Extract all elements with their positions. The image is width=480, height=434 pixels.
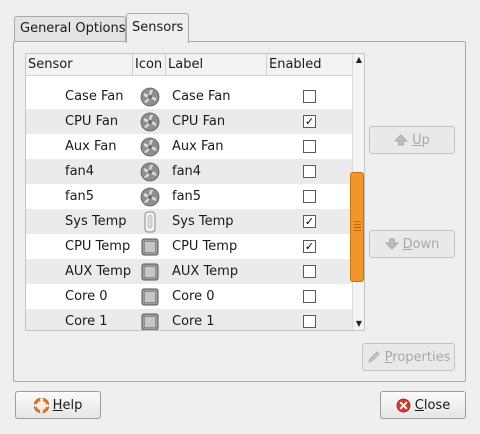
help-button[interactable]: Help [15,391,101,419]
row-sensor-name: fan4 [65,164,95,179]
table-row[interactable]: Aux Fan Aux Fan [26,134,352,159]
chip-icon [133,263,166,281]
row-label[interactable]: CPU Fan [166,114,267,129]
thermometer-icon [133,211,166,233]
table-row[interactable]: fan4 fan4 [26,159,352,184]
row-label[interactable]: fan4 [166,164,267,179]
up-button-label: Up [412,132,430,148]
row-sensor-name: Core 0 [65,289,108,304]
column-header-icon[interactable]: Icon [133,54,166,76]
fan-icon [133,137,166,157]
row-label[interactable]: fan5 [166,189,267,204]
row-sensor-name: Aux Fan [65,139,117,154]
table-row-partial[interactable] [26,76,352,79]
table-row[interactable]: CPU Temp CPU Temp ✓ [26,234,352,259]
down-arrow-icon [384,238,399,250]
up-arrow-icon [394,134,409,146]
close-button-label: Close [414,397,451,413]
grip-line [354,224,361,225]
enabled-checkbox[interactable]: ✓ [303,115,316,128]
tab-sensors[interactable]: Sensors [126,13,189,43]
column-header-sensor[interactable]: Sensor [26,54,133,76]
enabled-checkbox[interactable] [303,290,316,303]
list-rows: Case Fan Case Fan CPU Fan CPU Fan ✓ Aux Fan Au… [26,76,352,330]
enabled-checkbox[interactable] [303,90,316,103]
properties-button-label: Properties [384,349,451,365]
down-button[interactable]: Down [369,230,455,258]
row-label[interactable]: Core 0 [166,289,267,304]
table-row[interactable]: Core 1 Core 1 [26,309,352,330]
fan-icon [133,162,166,182]
up-button[interactable]: Up [369,126,455,154]
table-row[interactable]: fan5 fan5 [26,184,352,209]
row-label[interactable]: Core 1 [166,314,267,329]
enabled-checkbox[interactable] [303,315,316,328]
enabled-checkbox[interactable]: ✓ [303,240,316,253]
table-row[interactable]: Core 0 Core 0 [26,284,352,309]
enabled-checkbox[interactable] [303,140,316,153]
enabled-checkbox[interactable] [303,165,316,178]
fan-icon [133,87,166,107]
row-label[interactable]: Sys Temp [166,214,267,229]
fan-icon [133,112,166,132]
tab-label: General Options [20,21,126,36]
help-lifebuoy-icon [33,397,49,413]
grip-line [354,227,361,228]
chip-icon [133,288,166,306]
fan-icon [133,187,166,207]
scroll-thumb[interactable] [350,172,364,282]
row-label[interactable]: AUX Temp [166,264,267,279]
sensor-list: Sensor Icon Label Enabled Case Fan Case F… [25,53,365,331]
close-icon [396,398,411,413]
enabled-checkbox[interactable] [303,190,316,203]
chip-icon [133,238,166,256]
chip-icon [133,313,166,330]
tab-label: Sensors [132,20,184,35]
grip-line [354,221,361,222]
tab-general-options[interactable]: General Options [14,16,126,42]
scroll-up-arrow-icon[interactable]: ▲ [353,54,364,66]
down-button-label: Down [402,236,440,252]
properties-button[interactable]: Properties [362,343,455,371]
enabled-checkbox[interactable]: ✓ [303,215,316,228]
row-sensor-name: AUX Temp [65,264,132,279]
grip-line [354,230,361,231]
help-button-label: Help [52,397,83,413]
row-sensor-name: Core 1 [65,314,108,329]
row-sensor-name: Case Fan [65,89,124,104]
row-sensor-name: CPU Fan [65,114,119,129]
row-label[interactable]: Aux Fan [166,139,267,154]
table-row[interactable]: Case Fan Case Fan [26,84,352,109]
column-header-label[interactable]: Label [166,54,267,76]
table-row[interactable]: AUX Temp AUX Temp [26,259,352,284]
table-row[interactable]: Sys Temp Sys Temp ✓ [26,209,352,234]
row-label[interactable]: CPU Temp [166,239,267,254]
row-sensor-name: CPU Temp [65,239,131,254]
row-label[interactable]: Case Fan [166,89,267,104]
list-header: Sensor Icon Label Enabled [26,54,352,76]
close-button[interactable]: Close [380,391,466,419]
column-header-enabled[interactable]: Enabled [267,54,352,76]
enabled-checkbox[interactable] [303,265,316,278]
scroll-down-arrow-icon[interactable]: ▼ [353,318,364,330]
table-row[interactable]: CPU Fan CPU Fan ✓ [26,109,352,134]
row-sensor-name: fan5 [65,189,95,204]
properties-icon [367,350,381,364]
row-sensor-name: Sys Temp [65,214,127,229]
